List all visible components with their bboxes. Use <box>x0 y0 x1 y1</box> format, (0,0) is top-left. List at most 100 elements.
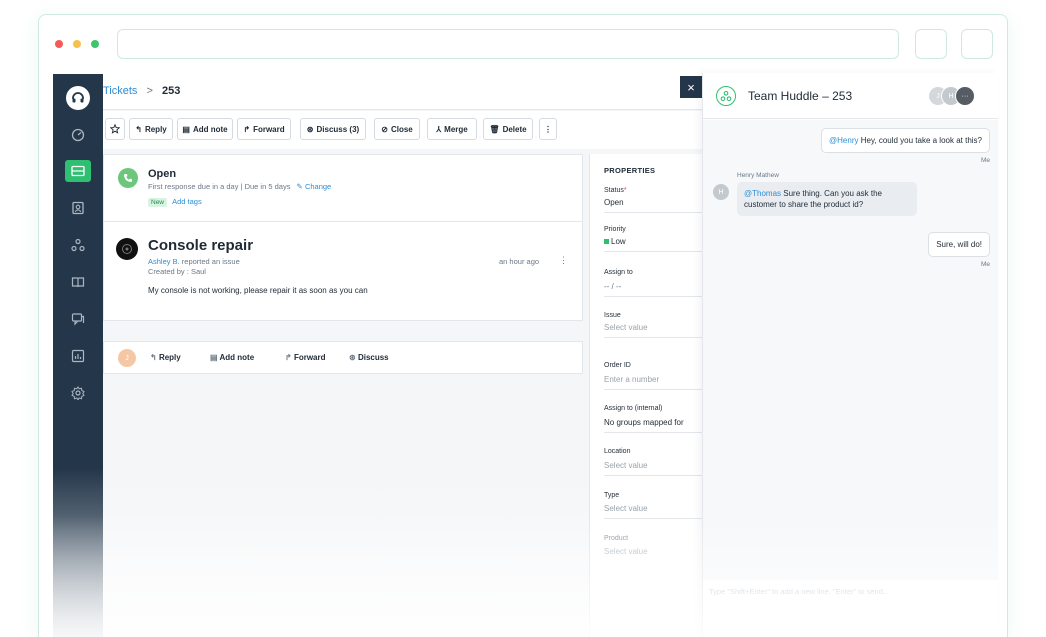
agent-avatar: J <box>118 349 136 367</box>
order-field[interactable]: Enter a number <box>604 375 659 384</box>
address-bar[interactable] <box>117 29 899 59</box>
chat-icon[interactable] <box>65 308 91 330</box>
status-field[interactable]: Open <box>604 198 624 207</box>
more-participants-button[interactable]: ··· <box>955 86 975 106</box>
divider <box>604 389 703 390</box>
headset-icon[interactable] <box>66 86 90 110</box>
reported-line: Ashley B. reported an issue <box>148 257 240 266</box>
ticket-title: Console repair <box>148 237 254 254</box>
trash-icon: 🗑︎ <box>489 124 500 134</box>
ticket-more-button[interactable]: ⋮ <box>559 255 568 266</box>
breadcrumb-tickets-link[interactable]: Tickets <box>103 85 137 97</box>
discuss-icon: ⊛ <box>306 124 314 134</box>
status-label: Status* <box>604 187 627 194</box>
divider <box>604 337 703 338</box>
contacts-icon[interactable] <box>65 197 91 219</box>
settings-icon[interactable] <box>65 382 91 404</box>
close-huddle-button[interactable]: × <box>680 76 702 98</box>
reply-button[interactable]: ↰ Reply <box>129 118 173 140</box>
location-field[interactable]: Select value <box>604 461 648 470</box>
close-window-dot[interactable] <box>55 40 63 48</box>
divider <box>604 475 703 476</box>
browser-chrome <box>39 15 1007 73</box>
assign-field[interactable]: -- / -- <box>604 282 621 291</box>
priority-value: Low <box>611 237 626 246</box>
reply-icon: ↰ <box>150 353 159 362</box>
browser-button-2[interactable] <box>961 29 993 59</box>
priority-label: Priority <box>604 226 626 233</box>
reply-label: Reply <box>144 124 167 134</box>
change-link[interactable]: Change <box>305 182 331 191</box>
divider <box>604 432 703 433</box>
message-input[interactable]: Type "Shift+Enter" to add a new line. "E… <box>709 587 989 596</box>
assign-internal-field[interactable]: No groups mapped for <box>604 418 684 427</box>
browser-window: Tickets > 253 ↰ Reply ▤ Add note ↱ Forward … <box>38 14 1008 637</box>
gamepad-icon <box>122 244 132 254</box>
huddle-header: Team Huddle – 253 J H ··· <box>703 73 998 119</box>
star-icon <box>110 124 120 134</box>
sla-text: First response due in a day | Due in 5 d… <box>148 182 331 191</box>
product-field[interactable]: Select value <box>604 547 648 556</box>
tickets-icon[interactable] <box>65 160 91 182</box>
created-by: Created by : Saul <box>148 267 206 276</box>
reply-bar-forward[interactable]: ↱ Forward <box>285 353 326 362</box>
more-options-button[interactable]: ⋮ <box>539 118 557 140</box>
groups-icon[interactable] <box>65 234 91 256</box>
add-tags-link[interactable]: Add tags <box>172 197 202 206</box>
tags-row: New Add tags <box>148 197 202 207</box>
forward-icon: ↱ <box>285 353 294 362</box>
mention[interactable]: @Henry <box>829 136 858 145</box>
huddle-title-text: Team Huddle <box>748 89 819 103</box>
message-meta: Me <box>980 157 990 164</box>
ticket-toolbar: ↰ Reply ▤ Add note ↱ Forward ⊛ Discuss (3) ⊘… <box>103 111 703 149</box>
divider <box>604 212 703 213</box>
merge-button[interactable]: ⅄ Merge <box>427 118 477 140</box>
more-icon: ⋮ <box>544 124 552 134</box>
add-note-button[interactable]: ▤ Add note <box>177 118 233 140</box>
breadcrumb-ticket-number: 253 <box>162 85 181 97</box>
reply-bar-discuss[interactable]: ⊛ Discuss <box>349 353 389 362</box>
phone-status-icon <box>118 168 138 188</box>
minimize-window-dot[interactable] <box>73 40 81 48</box>
issue-field[interactable]: Select value <box>604 323 648 332</box>
close-label: Close <box>390 124 413 134</box>
divider <box>604 251 703 252</box>
status-card: Open First response due in a day | Due i… <box>103 154 583 222</box>
browser-button-1[interactable] <box>915 29 947 59</box>
forward-button[interactable]: ↱ Forward <box>237 118 291 140</box>
product-label: Product <box>604 535 629 542</box>
huddle-ticket-number: 253 <box>832 89 853 103</box>
reply-bar-forward-label: Forward <box>293 353 326 362</box>
assign-internal-label: Assign to (internal) <box>604 405 663 412</box>
discuss-button[interactable]: ⊛ Discuss (3) <box>300 118 366 140</box>
assign-label: Assign to <box>604 269 633 276</box>
sender-name: Henry Mathew <box>737 172 779 179</box>
book-icon[interactable] <box>65 271 91 293</box>
reports-icon[interactable] <box>65 345 91 367</box>
add-note-label: Add note <box>192 124 228 134</box>
ticket-status: Open <box>148 168 177 180</box>
reply-bar-add-note[interactable]: ▤ Add note <box>210 353 254 362</box>
reply-bar-reply[interactable]: ↰ Reply <box>150 353 181 362</box>
type-field[interactable]: Select value <box>604 504 648 513</box>
forward-label: Forward <box>253 124 285 134</box>
reporter-link[interactable]: Ashley B. <box>148 257 180 266</box>
new-badge: New <box>148 198 168 207</box>
reported-text: reported an issue <box>181 257 240 266</box>
priority-field[interactable]: Low <box>604 237 626 246</box>
star-button[interactable] <box>105 118 125 140</box>
location-label: Location <box>604 448 631 455</box>
properties-panel: PROPERTIES Status* Open Priority Low Ass… <box>589 154 703 637</box>
note-icon: ▤ <box>182 124 190 134</box>
dashboard-icon[interactable] <box>65 124 91 146</box>
close-ticket-button[interactable]: ⊘ Close <box>374 118 420 140</box>
sidebar <box>53 74 103 637</box>
properties-heading: PROPERTIES <box>604 166 656 175</box>
message-text: Sure, will do! <box>936 240 982 249</box>
mention[interactable]: @Thomas <box>744 189 781 198</box>
maximize-window-dot[interactable] <box>91 40 99 48</box>
reply-icon: ↰ <box>135 124 142 134</box>
reply-bar: J ↰ Reply ▤ Add note ↱ Forward ⊛ Discuss <box>103 341 583 374</box>
message-bubble: Sure, will do! <box>928 232 990 257</box>
delete-button[interactable]: 🗑︎ Delete <box>483 118 533 140</box>
